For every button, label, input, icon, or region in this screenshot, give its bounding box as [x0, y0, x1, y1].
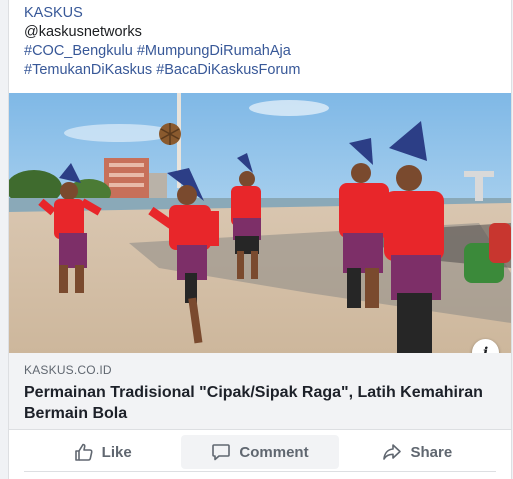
hashtag-line-2: #TemukanDiKaskus #BacaDiKaskusForum	[24, 61, 494, 80]
hashtag-line-1: #COC_Bengkulu #MumpungDiRumahAja	[24, 42, 494, 61]
like-label: Like	[101, 443, 132, 461]
share-arrow-icon	[383, 444, 402, 460]
post-handle: @kaskusnetworks	[24, 24, 142, 40]
link-title[interactable]: Permainan Tradisional "Cipak/Sipak Raga"…	[24, 382, 484, 424]
share-label: Share	[410, 443, 453, 461]
post-link-kaskus[interactable]: KASKUS	[24, 4, 494, 23]
thumbs-up-icon	[74, 443, 93, 461]
hashtag-baca-dikaskusforum[interactable]: #BacaDiKaskusForum	[156, 62, 300, 78]
divider	[24, 471, 496, 472]
hashtag-mumpung-dirumahaja[interactable]: #MumpungDiRumahAja	[137, 43, 291, 59]
link-preview-image[interactable]	[9, 93, 511, 353]
link-domain: KASKUS.CO.ID	[24, 363, 112, 377]
like-button[interactable]: Like	[24, 435, 181, 469]
post-card: KASKUS @kaskusnetworks #COC_Bengkulu #Mu…	[8, 0, 512, 479]
post-text: KASKUS @kaskusnetworks #COC_Bengkulu #Mu…	[24, 4, 494, 80]
hashtag-coc-bengkulu[interactable]: #COC_Bengkulu	[24, 43, 133, 59]
speech-bubble-icon	[212, 444, 231, 461]
action-bar: Like Comment Share	[24, 435, 496, 469]
share-button[interactable]: Share	[339, 435, 496, 469]
link-preview[interactable]: KASKUS.CO.ID Permainan Tradisional "Cipa…	[9, 353, 511, 430]
comment-label: Comment	[239, 443, 309, 461]
hashtag-temukan-dikaskus[interactable]: #TemukanDiKaskus	[24, 62, 152, 78]
comment-button[interactable]: Comment	[181, 435, 339, 469]
photo-illustration	[9, 93, 511, 353]
